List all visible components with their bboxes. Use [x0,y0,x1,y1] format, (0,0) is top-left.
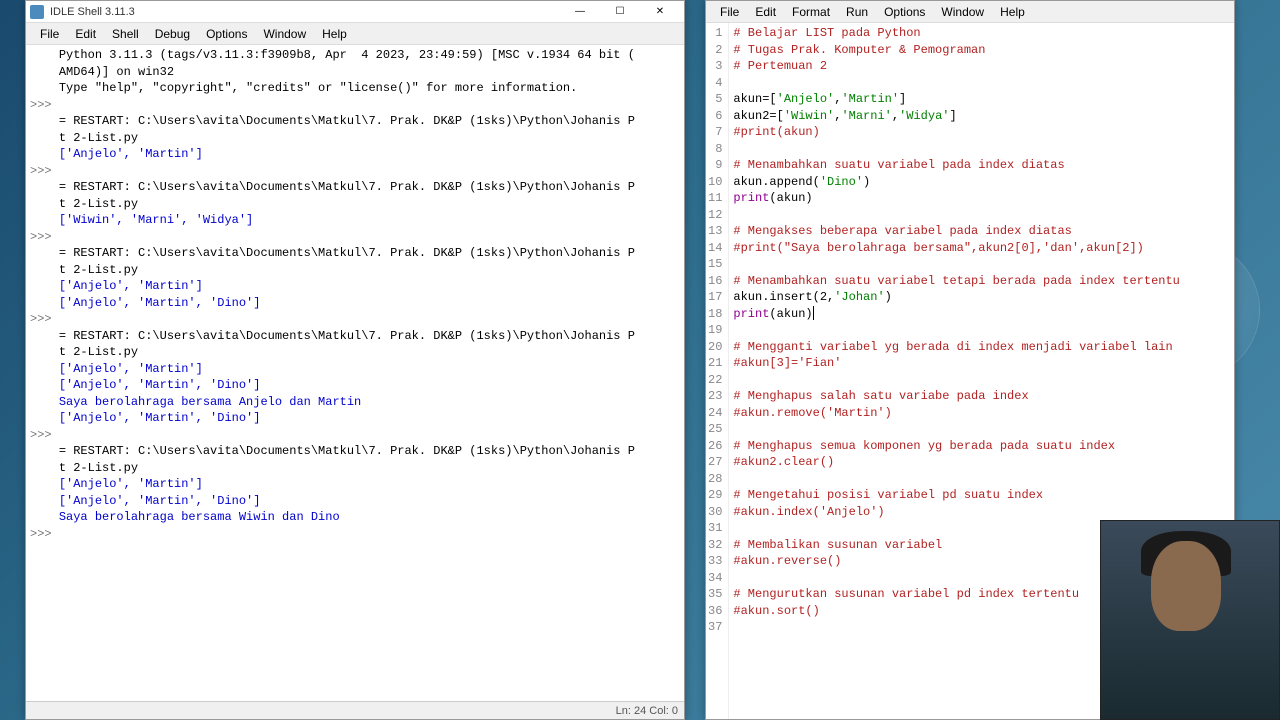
menu-help[interactable]: Help [992,3,1033,21]
code-line[interactable]: print(akun) [733,306,1230,323]
menu-shell[interactable]: Shell [104,25,147,43]
editor-menubar: FileEditFormatRunOptionsWindowHelp [706,1,1234,23]
code-line[interactable] [733,372,1230,389]
code-line[interactable]: #print(akun) [733,124,1230,141]
code-line[interactable] [733,207,1230,224]
code-line[interactable]: # Menghapus salah satu variabe pada inde… [733,388,1230,405]
code-line[interactable]: akun.insert(2,'Johan') [733,289,1230,306]
code-line[interactable]: #akun[3]='Fian' [733,355,1230,372]
cursor-position: Ln: 24 Col: 0 [616,705,678,717]
code-line[interactable]: # Pertemuan 2 [733,58,1230,75]
menu-edit[interactable]: Edit [67,25,104,43]
shell-statusbar: Ln: 24 Col: 0 [26,701,684,719]
menu-options[interactable]: Options [198,25,255,43]
code-line[interactable] [733,75,1230,92]
menu-file[interactable]: File [32,25,67,43]
titlebar[interactable]: IDLE Shell 3.11.3 — ☐ ✕ [26,1,684,23]
code-line[interactable]: # Menambahkan suatu variabel pada index … [733,157,1230,174]
code-line[interactable] [733,141,1230,158]
code-line[interactable]: # Mengakses beberapa variabel pada index… [733,223,1230,240]
code-line[interactable]: # Belajar LIST pada Python [733,25,1230,42]
code-line[interactable]: #akun2.clear() [733,454,1230,471]
code-line[interactable]: akun=['Anjelo','Martin'] [733,91,1230,108]
menu-file[interactable]: File [712,3,747,21]
desktop-icons [0,0,30,720]
maximize-button[interactable]: ☐ [600,2,640,22]
code-line[interactable]: # Mengganti variabel yg berada di index … [733,339,1230,356]
menu-edit[interactable]: Edit [747,3,784,21]
code-line[interactable]: akun.append('Dino') [733,174,1230,191]
code-line[interactable]: #print("Saya berolahraga bersama",akun2[… [733,240,1230,257]
menu-options[interactable]: Options [876,3,933,21]
code-line[interactable]: #akun.remove('Martin') [733,405,1230,422]
idle-shell-window: IDLE Shell 3.11.3 — ☐ ✕ FileEditShellDeb… [25,0,685,720]
code-line[interactable]: # Menambahkan suatu variabel tetapi bera… [733,273,1230,290]
minimize-button[interactable]: — [560,2,600,22]
code-line[interactable] [733,471,1230,488]
window-title: IDLE Shell 3.11.3 [50,6,560,18]
code-line[interactable]: #akun.index('Anjelo') [733,504,1230,521]
menu-debug[interactable]: Debug [147,25,198,43]
menu-format[interactable]: Format [784,3,838,21]
code-line[interactable]: akun2=['Wiwin','Marni','Widya'] [733,108,1230,125]
code-line[interactable]: # Mengetahui posisi variabel pd suatu in… [733,487,1230,504]
code-line[interactable]: # Tugas Prak. Komputer & Pemograman [733,42,1230,59]
menu-run[interactable]: Run [838,3,876,21]
line-gutter: 1234567891011121314151617181920212223242… [706,23,729,719]
shell-menubar: FileEditShellDebugOptionsWindowHelp [26,23,684,45]
menu-window[interactable]: Window [255,25,314,43]
code-line[interactable] [733,322,1230,339]
code-line[interactable]: # Menghapus semua komponen yg berada pad… [733,438,1230,455]
webcam-overlay [1100,520,1280,720]
code-line[interactable]: print(akun) [733,190,1230,207]
code-line[interactable] [733,421,1230,438]
code-line[interactable] [733,256,1230,273]
menu-help[interactable]: Help [314,25,355,43]
menu-window[interactable]: Window [933,3,992,21]
shell-content[interactable]: Python 3.11.3 (tags/v3.11.3:f3909b8, Apr… [26,45,684,701]
close-button[interactable]: ✕ [640,2,680,22]
python-icon [30,5,44,19]
